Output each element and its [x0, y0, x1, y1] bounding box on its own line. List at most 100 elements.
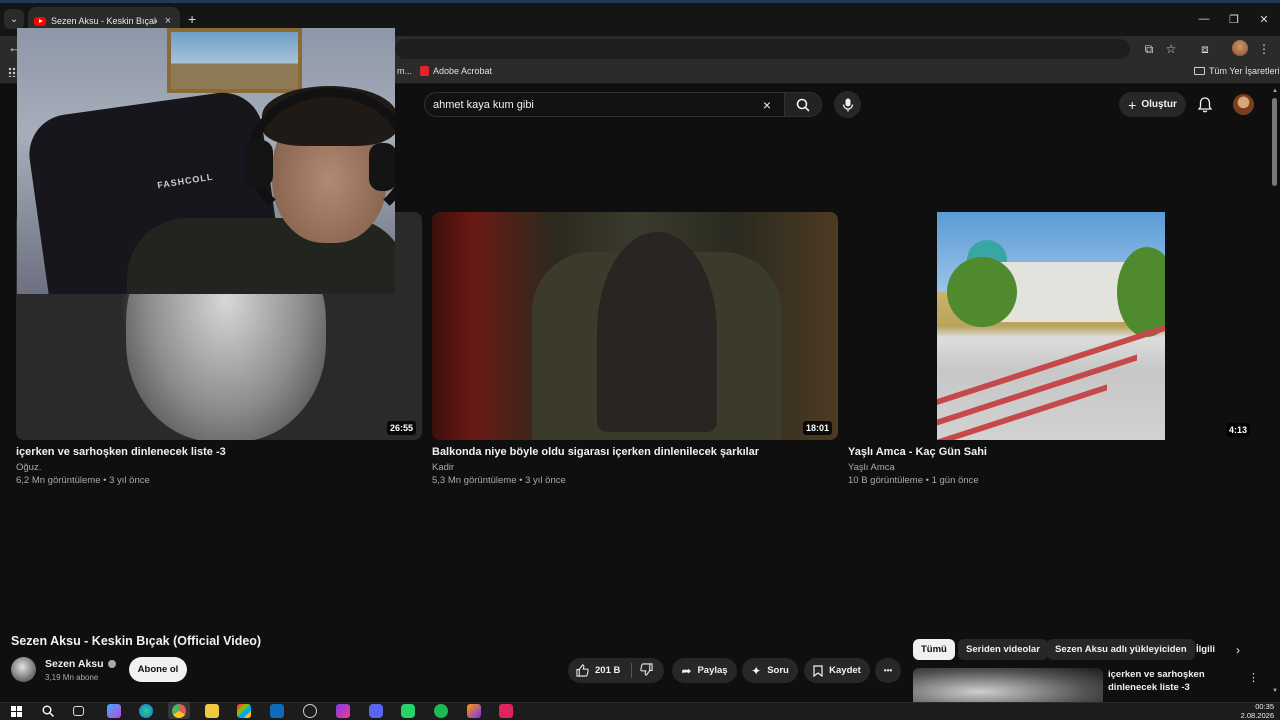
- minimize-window-button[interactable]: —: [1194, 13, 1214, 25]
- new-tab-button[interactable]: +: [188, 12, 196, 26]
- app-circle-icon[interactable]: [303, 704, 317, 718]
- subscribe-button[interactable]: Abone ol: [129, 657, 187, 682]
- ask-button[interactable]: ✦ Soru: [742, 658, 798, 683]
- bookmark-truncated[interactable]: m...: [397, 66, 412, 76]
- folder-icon: [1194, 67, 1205, 75]
- scrollbar-thumb[interactable]: [1272, 98, 1277, 186]
- restore-window-button[interactable]: ❐: [1224, 13, 1244, 26]
- verified-badge-icon: [107, 660, 116, 668]
- headset-ear-cup: [369, 143, 395, 191]
- create-button[interactable]: + Oluştur: [1119, 92, 1186, 117]
- browser-menu-icon[interactable]: ⋮: [1255, 40, 1273, 58]
- microsoft-store-icon[interactable]: [237, 704, 251, 718]
- windows-taskbar: [0, 702, 1280, 720]
- chip-related[interactable]: İlgili: [1188, 639, 1223, 660]
- channel-avatar[interactable]: [11, 657, 36, 682]
- install-app-icon[interactable]: ⧉: [1140, 40, 1158, 58]
- taskbar-clock[interactable]: 00:35 2.08.2026: [1232, 702, 1274, 720]
- save-label: Kaydet: [829, 665, 861, 676]
- mail-icon[interactable]: [270, 704, 284, 718]
- more-actions-button[interactable]: •••: [875, 658, 901, 683]
- thumbnail-tree: [1117, 247, 1165, 337]
- bookmark-star-icon[interactable]: ☆: [1162, 40, 1180, 58]
- thumbnail-railing: [937, 324, 1165, 406]
- chip-from-uploader[interactable]: Sezen Aksu adlı yükleyiciden: [1047, 639, 1195, 660]
- video-channel-name[interactable]: Kadir: [432, 462, 454, 473]
- edge-browser-icon[interactable]: [139, 704, 153, 718]
- chevron-right-icon[interactable]: ›: [1236, 643, 1240, 657]
- ask-label: Soru: [767, 665, 789, 676]
- create-label: Oluştur: [1141, 99, 1177, 110]
- taskbar-search-icon[interactable]: [41, 704, 55, 718]
- scroll-down-arrow-icon[interactable]: ▼: [1272, 688, 1278, 694]
- editor-app-icon[interactable]: [467, 704, 481, 718]
- video-duration-badge: 4:13: [1226, 423, 1251, 437]
- bookmark-adobe-acrobat[interactable]: Adobe Acrobat: [420, 66, 492, 76]
- clock-date: 2.08.2026: [1240, 711, 1274, 720]
- pink-app-icon[interactable]: [499, 704, 513, 718]
- chip-series-videos[interactable]: Seriden videolar: [958, 639, 1048, 660]
- extensions-puzzle-icon[interactable]: ⧈: [1196, 40, 1214, 58]
- copilot-icon[interactable]: [107, 704, 121, 718]
- voice-search-button[interactable]: [834, 91, 861, 118]
- task-view-icon[interactable]: [73, 706, 84, 716]
- scroll-up-arrow-icon[interactable]: ▲: [1272, 88, 1278, 94]
- webcam-overlay: FASHCOLL: [17, 28, 395, 294]
- notifications-button[interactable]: [1195, 95, 1215, 115]
- now-playing-title: Sezen Aksu - Keskin Bıçak (Official Vide…: [11, 634, 262, 648]
- video-duration-badge: 18:01: [802, 421, 832, 435]
- related-video-title[interactable]: içerken ve sarhoşken dinlenecek liste -3: [1108, 668, 1228, 694]
- account-avatar[interactable]: [1233, 94, 1254, 115]
- discord-icon[interactable]: [369, 704, 383, 718]
- video-title[interactable]: Balkonda niye böyle oldu sigarası içerke…: [432, 446, 759, 458]
- like-divider: [631, 663, 632, 678]
- spotify-icon[interactable]: [434, 704, 448, 718]
- video-thumbnail[interactable]: [937, 212, 1165, 440]
- bookmark-label: Adobe Acrobat: [433, 66, 493, 76]
- close-window-button[interactable]: ✕: [1254, 13, 1274, 26]
- related-more-icon[interactable]: ⋮: [1248, 671, 1259, 684]
- thumbnail-figure: [597, 232, 717, 432]
- video-metadata: 5,3 Mn görüntüleme • 3 yıl önce: [432, 475, 566, 486]
- video-channel-name[interactable]: Oğuz.: [16, 462, 41, 473]
- video-duration-badge: 26:55: [386, 421, 416, 435]
- chrome-browser-icon[interactable]: [168, 702, 190, 719]
- windows-start-icon[interactable]: [9, 704, 23, 718]
- microphone-icon: [842, 98, 853, 111]
- tab-title: Sezen Aksu - Keskin Bıçak (Official Vide…: [51, 16, 157, 26]
- share-arrow-icon: ➦: [681, 663, 692, 678]
- video-metadata: 6,2 Mn görüntüleme • 3 yıl önce: [16, 475, 150, 486]
- file-explorer-icon[interactable]: [205, 704, 219, 718]
- video-metadata: 10 B görüntüleme • 1 gün önce: [848, 475, 979, 486]
- video-title[interactable]: Yaşlı Amca - Kaç Gün Sahi: [848, 446, 987, 458]
- address-bar[interactable]: [395, 39, 1130, 59]
- thumbs-up-icon: [576, 664, 589, 677]
- search-button[interactable]: [784, 92, 822, 117]
- adobe-acrobat-icon: [420, 66, 429, 76]
- chip-all[interactable]: Tümü: [913, 639, 955, 660]
- multicolor-app-icon[interactable]: [336, 704, 350, 718]
- video-thumbnail[interactable]: 18:01: [432, 212, 838, 440]
- headset-ear-cup: [245, 140, 273, 188]
- save-button[interactable]: Kaydet: [804, 658, 870, 683]
- wall-painting: [167, 28, 302, 93]
- all-bookmarks-folder[interactable]: Tüm Yer İşaretleri: [1194, 66, 1280, 76]
- video-channel-name[interactable]: Yaşlı Amca: [848, 462, 895, 473]
- search-input[interactable]: ahmet kaya kum gibi ×: [424, 92, 786, 117]
- related-video-thumbnail[interactable]: [913, 668, 1103, 702]
- tab-close-icon[interactable]: ×: [162, 15, 174, 27]
- like-count: 201 B: [595, 665, 621, 676]
- whatsapp-icon[interactable]: [401, 704, 415, 718]
- clear-search-icon[interactable]: ×: [757, 97, 777, 113]
- share-button[interactable]: ➦ Paylaş: [672, 658, 737, 683]
- dislike-button[interactable]: [640, 663, 653, 681]
- clock-time: 00:35: [1255, 702, 1274, 711]
- video-title[interactable]: içerken ve sarhoşken dinlenecek liste -3: [16, 446, 226, 458]
- bell-icon: [1198, 97, 1212, 113]
- channel-name[interactable]: Sezen Aksu: [45, 658, 116, 670]
- subscriber-count: 3,19 Mn abone: [45, 673, 99, 682]
- share-label: Paylaş: [697, 665, 728, 676]
- browser-profile-avatar[interactable]: [1232, 40, 1248, 56]
- all-bookmarks-label: Tüm Yer İşaretleri: [1209, 66, 1280, 76]
- tab-search-chevron-icon[interactable]: ⌄: [4, 9, 24, 29]
